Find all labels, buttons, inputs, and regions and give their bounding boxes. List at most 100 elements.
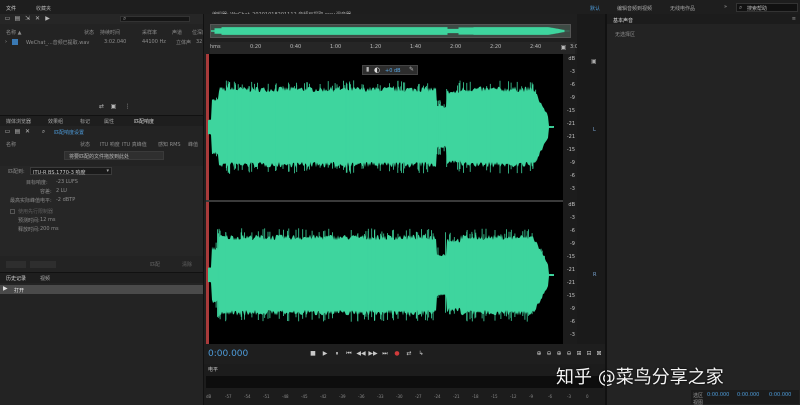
file-row[interactable]: › WeChat_...音频已提取.wav 3:02.040 44100 Hz … — [0, 38, 203, 46]
transport-button[interactable]: ⏭ — [380, 349, 390, 359]
zoom-button[interactable]: ⊕ — [534, 349, 544, 359]
transport-button[interactable]: ▶▶ — [368, 349, 378, 359]
workspace-more-icon[interactable]: » — [724, 4, 727, 10]
overview-wave-svg — [210, 25, 570, 37]
time-display[interactable]: 0:00.000 — [208, 349, 248, 359]
export-settings-button[interactable] — [30, 261, 56, 268]
remove-files-icon[interactable]: ✕ — [24, 128, 31, 135]
selection-end[interactable]: 0:00.000 — [737, 392, 759, 398]
zoom-button[interactable]: ⊖ — [564, 349, 574, 359]
col-ln-itu-loudness[interactable]: ITU 响度 — [100, 141, 120, 148]
close-file-icon[interactable]: ✕ — [34, 15, 41, 22]
search-help-placeholder: 搜索帮助 — [747, 6, 768, 12]
tab-markers[interactable]: 标记 — [80, 118, 90, 125]
tab-effects-rack[interactable]: 效果组 — [48, 118, 63, 125]
release-value[interactable]: 200 ms — [40, 226, 59, 232]
transport-button[interactable]: ▶ — [320, 349, 330, 359]
lookahead-label: 预测时间: — [18, 218, 40, 224]
loop-icon[interactable]: ▣ — [110, 103, 117, 110]
view-label: 视图 — [693, 400, 704, 405]
max-peak-value[interactable]: -2 dBTP — [56, 197, 75, 203]
target-loudness-value[interactable]: -23 LUFS — [56, 179, 78, 185]
zoom-button[interactable]: ⊞ — [574, 349, 584, 359]
files-search-input[interactable]: ⌕ — [120, 15, 190, 22]
zoom-nav-icon[interactable]: ▣ — [560, 44, 567, 51]
match-loudness-panel: 媒体浏览器 效果组 标记 属性 匹配响度 ▭ ▤ ✕ ⌕ 匹配响度设置 名称 状… — [0, 116, 203, 272]
add-files-icon[interactable]: ▭ — [4, 128, 11, 135]
autoplay-icon[interactable]: ⇄ — [98, 103, 105, 110]
audio-file-icon — [12, 39, 18, 45]
col-ln-true-peak[interactable]: ITU 真峰值 — [122, 141, 147, 148]
col-status[interactable]: 状态 — [84, 29, 94, 36]
tab-match-loudness-settings[interactable]: 匹配响度设置 — [54, 129, 84, 136]
zoom-button[interactable]: ⊟ — [584, 349, 594, 359]
workspace-default[interactable]: 默认 — [590, 5, 600, 12]
col-channels[interactable]: 声道 — [172, 29, 182, 36]
file-channels: 立体声 — [176, 40, 192, 46]
workspace-wireless[interactable]: 无线电作品 — [670, 5, 695, 12]
col-ln-status[interactable]: 状态 — [80, 141, 90, 148]
transport-button[interactable]: ■ — [308, 349, 318, 359]
zoom-nav-icon-2[interactable]: ▣ — [591, 58, 597, 65]
transport-button[interactable]: ⏸ — [332, 349, 342, 359]
db-scale-label: -15 — [566, 254, 575, 260]
panel-menu-icon[interactable]: ≡ — [792, 16, 796, 22]
tab-media-browser[interactable]: 媒体浏览器 — [6, 118, 31, 125]
tab-history[interactable]: 历史记录 — [6, 275, 26, 282]
col-sample-rate[interactable]: 采样率 — [142, 29, 157, 36]
tab-video[interactable]: 视频 — [40, 275, 50, 282]
drop-zone[interactable]: 将要匹配的文件拖放到此处 — [64, 151, 164, 160]
file-expand-icon[interactable]: › — [5, 39, 7, 45]
selection-duration[interactable]: 0:00.000 — [769, 392, 791, 398]
zoom-button[interactable]: ⊠ — [594, 349, 604, 359]
col-ln-peak[interactable]: 峰值 — [188, 141, 198, 148]
zoom-button[interactable]: ⊕ — [554, 349, 564, 359]
history-item[interactable]: ▶ 打开 — [0, 285, 203, 294]
tolerance-value[interactable]: 2 LU — [56, 188, 67, 194]
tab-files[interactable]: 文件 — [6, 5, 16, 12]
transport-button[interactable]: ↳ — [416, 349, 426, 359]
channel-r-toggle[interactable]: R — [593, 272, 596, 278]
transport-button[interactable]: ◀◀ — [356, 349, 366, 359]
workspace-edit-video[interactable]: 编辑音频到视频 — [617, 5, 652, 12]
transport-button[interactable]: ⇄ — [404, 349, 414, 359]
scan-icon[interactable]: ⌕ — [40, 128, 47, 135]
col-duration[interactable]: 持续时间 — [100, 29, 120, 36]
db-scale-label: dB — [568, 202, 575, 208]
import-file-icon[interactable]: ▭ — [4, 15, 11, 22]
zoom-button[interactable]: ⊖ — [544, 349, 554, 359]
scan-button[interactable] — [6, 261, 26, 268]
file-name: WeChat_...音频已提取.wav — [26, 40, 90, 46]
col-ln-rms[interactable]: 感知 RMS — [158, 141, 181, 148]
lookahead-value[interactable]: 12 ms — [40, 217, 55, 223]
selection-start[interactable]: 0:00.000 — [707, 392, 729, 398]
search-help-box[interactable]: ⌕ 搜索帮助 — [736, 3, 798, 12]
waveform-area[interactable]: ▮ ◐ +0 dB ✎ — [206, 54, 563, 346]
channel-l-toggle[interactable]: L — [593, 127, 596, 133]
levels-scale-label: -12 — [510, 394, 517, 399]
tab-favorites[interactable]: 收藏夹 — [36, 5, 51, 12]
new-file-icon[interactable]: ▤ — [14, 15, 21, 22]
insert-icon[interactable]: ⇲ — [24, 15, 31, 22]
transport-button[interactable]: ● — [392, 349, 402, 359]
overview-waveform[interactable] — [210, 24, 571, 38]
essential-sound-subtitle: 无选择区 — [615, 32, 636, 38]
db-scale-label: -3 — [570, 215, 575, 221]
transport-button[interactable]: ⏮ — [344, 349, 354, 359]
tab-match-loudness[interactable]: 匹配响度 — [134, 118, 154, 125]
match-to-select[interactable]: ITU-R BS.1770-3 响度 ▾ — [30, 167, 112, 176]
col-name[interactable]: 名称 ▲ — [6, 29, 21, 36]
files-menu-icon[interactable]: ⋮ — [124, 103, 131, 110]
clear-button[interactable]: 清除 — [182, 261, 192, 268]
time-ruler[interactable]: hms 0:20 0:40 1:00 1:20 1:40 2:00 2:20 2:40 3:00 — [210, 42, 581, 54]
loudness-column-header: 名称 状态 ITU 响度 ITU 真峰值 感知 RMS 峰值 — [0, 140, 203, 148]
tab-properties[interactable]: 属性 — [104, 118, 114, 125]
add-open-files-icon[interactable]: ▤ — [14, 128, 21, 135]
db-scale-label: -6 — [570, 82, 575, 88]
match-button[interactable]: 匹配 — [150, 261, 160, 268]
levels-scale-label: -18 — [472, 394, 479, 399]
play-preview-icon[interactable]: ▶ — [44, 15, 51, 22]
col-ln-name[interactable]: 名称 — [6, 141, 16, 148]
levels-panel: 电平 dB -57 -54 -51 -48 -45 -42 -39 -36 -33 -30 -27 -2… — [204, 364, 605, 405]
use-limiter-checkbox[interactable] — [10, 209, 15, 214]
